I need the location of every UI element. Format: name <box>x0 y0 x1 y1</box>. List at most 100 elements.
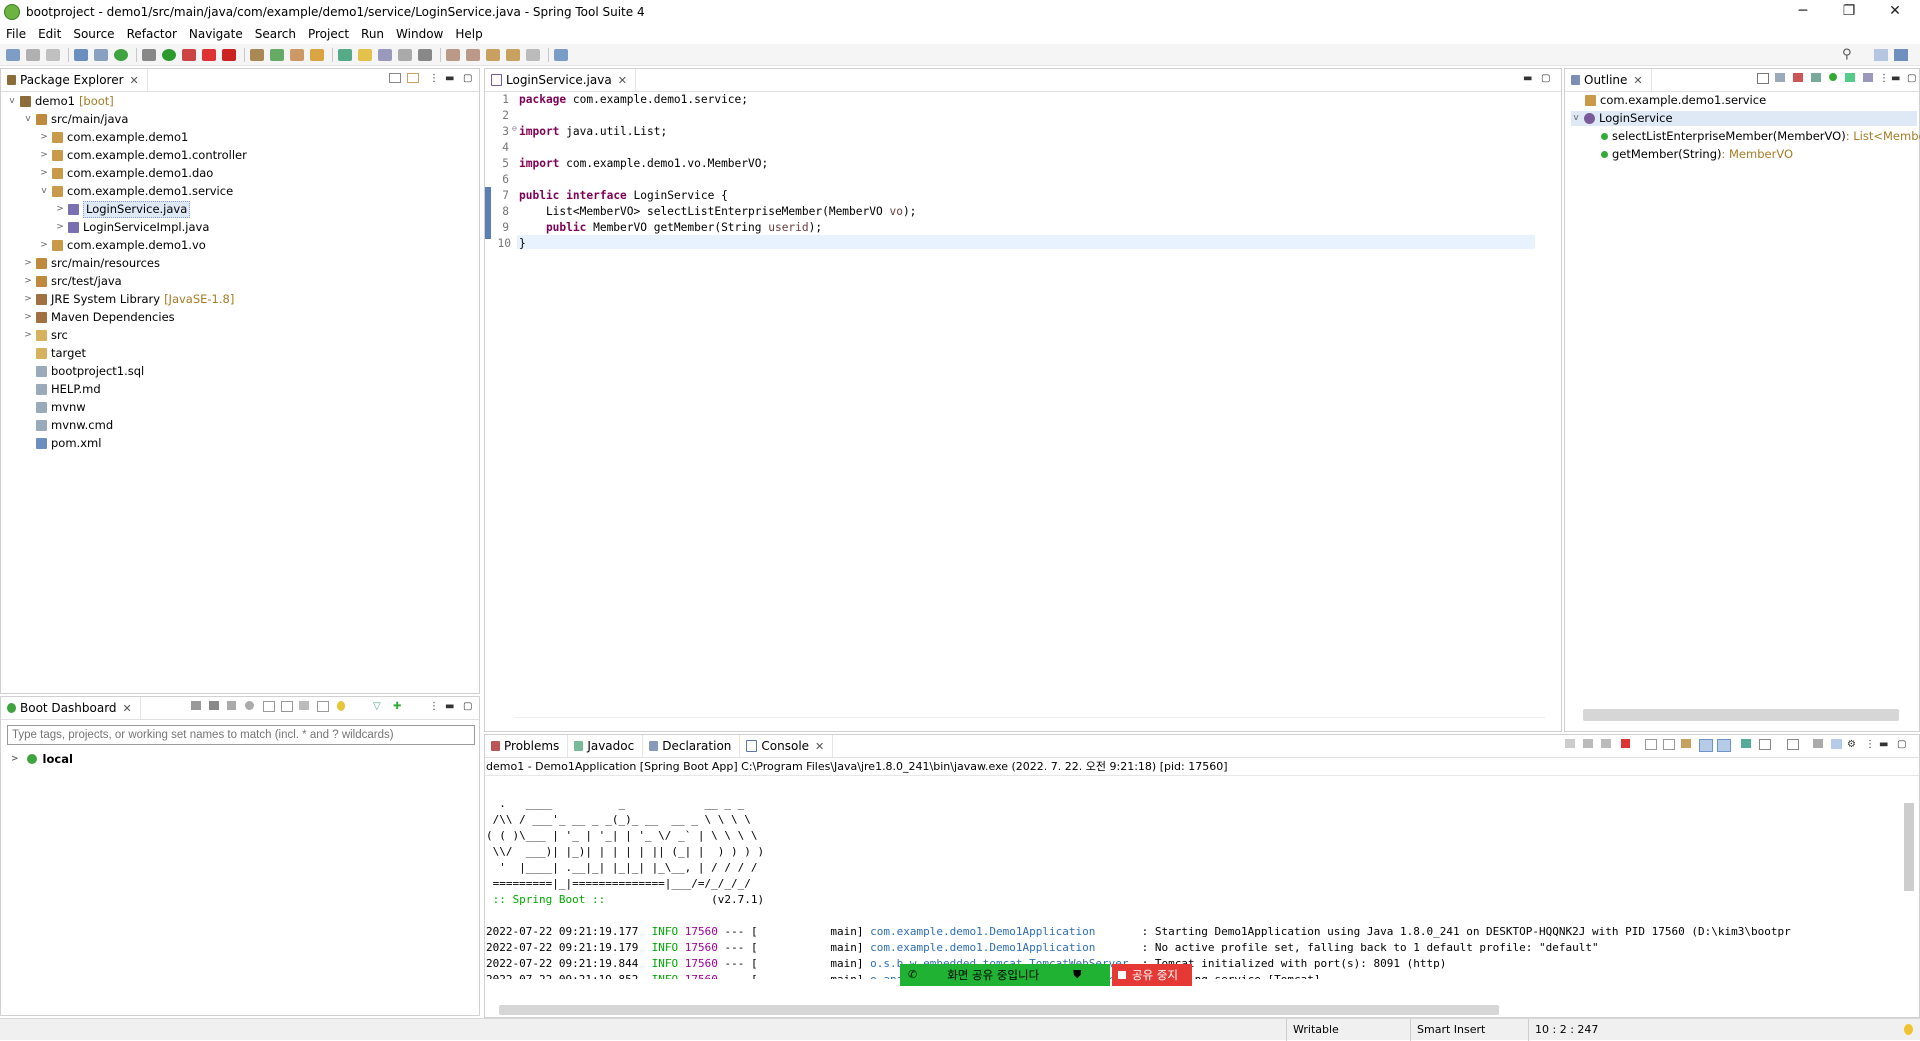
outline-package[interactable]: com.example.demo1.service <box>1585 93 1766 108</box>
tab-javadoc[interactable]: Javadoc <box>568 735 644 757</box>
collapse-all-icon[interactable] <box>389 73 401 83</box>
scroll-lock-icon[interactable] <box>1663 739 1675 750</box>
boot-console-icon[interactable] <box>1831 739 1842 749</box>
menu-run[interactable]: Run <box>361 27 384 41</box>
tree-item[interactable]: mvnw <box>23 400 86 415</box>
last-edit-icon[interactable] <box>486 48 500 61</box>
menu-window[interactable]: Window <box>396 27 443 41</box>
terminate-icon[interactable] <box>1621 739 1630 748</box>
menu-refactor[interactable]: Refactor <box>127 27 177 41</box>
terminate-all-icon[interactable] <box>1565 739 1575 748</box>
outline-horizontal-scrollbar[interactable] <box>1583 709 1899 721</box>
tree-item[interactable]: > com.example.demo1.controller <box>39 148 247 163</box>
expand-icon[interactable]: > <box>39 166 49 181</box>
tree-item[interactable]: > src/main/resources <box>23 256 160 271</box>
debug-icon[interactable] <box>142 48 156 61</box>
tree-item[interactable]: pom.xml <box>23 436 101 451</box>
maximize-view-icon[interactable]: ▢ <box>463 73 472 84</box>
tree-item[interactable]: > src/test/java <box>23 274 122 289</box>
gear-icon[interactable]: ⚙ <box>1847 739 1856 750</box>
boot-dashboard-icon[interactable] <box>114 48 128 61</box>
external-tools-icon[interactable] <box>222 48 236 61</box>
expand-icon[interactable]: > <box>55 220 65 235</box>
search-toolbar-icon[interactable] <box>338 48 352 61</box>
add-icon[interactable]: ✚ <box>393 701 401 712</box>
dashboard-filter-input[interactable] <box>7 725 475 745</box>
stop-sharing-button[interactable]: 공유 중지 <box>1112 964 1192 986</box>
show-on-stdout-icon[interactable] <box>1699 739 1713 752</box>
open-type-icon[interactable] <box>310 48 324 61</box>
menu-help[interactable]: Help <box>455 27 482 41</box>
expand-icon[interactable]: > <box>23 274 33 289</box>
block-selection-icon[interactable] <box>378 48 392 61</box>
tree-item[interactable]: > Maven Dependencies <box>23 310 174 325</box>
refresh-icon[interactable] <box>281 701 293 712</box>
toggle-icon[interactable] <box>94 48 108 61</box>
save-all-icon[interactable] <box>46 48 60 61</box>
mark-occurrences-icon[interactable] <box>358 48 372 61</box>
minimize-view-icon[interactable]: ▬ <box>445 701 454 712</box>
console-output[interactable]: . ____ _ __ _ _ /\\ / ___'_ __ _ _(_)_ _… <box>486 797 1896 979</box>
maximize-view-icon[interactable]: ▢ <box>1907 73 1916 84</box>
tab-package-explorer[interactable]: Package Explorer ✕ <box>1 69 148 91</box>
back-icon[interactable] <box>506 48 520 61</box>
restart-icon[interactable] <box>245 701 254 710</box>
minimize-view-icon[interactable]: ▬ <box>445 73 454 84</box>
word-wrap-icon[interactable] <box>1681 739 1691 748</box>
code-area[interactable]: 1 2 3 4 5 6 7 8 9 10 ⊖ package com.examp… <box>493 93 1533 250</box>
local-target[interactable]: > local <box>11 751 73 767</box>
maximize-view-icon[interactable]: ▢ <box>463 701 472 712</box>
new-icon[interactable] <box>6 48 20 61</box>
expand-icon[interactable]: > <box>23 328 33 343</box>
debug-app-icon[interactable] <box>209 701 219 710</box>
outline-member[interactable]: getMember(String) : MemberVO <box>1601 147 1793 162</box>
menu-edit[interactable]: Edit <box>38 27 61 41</box>
expand-icon[interactable]: > <box>39 130 49 145</box>
tree-item[interactable]: > com.example.demo1.vo <box>39 238 206 253</box>
fold-icon[interactable]: ⊖ <box>512 124 517 133</box>
close-icon[interactable]: ✕ <box>618 74 627 87</box>
view-menu-icon[interactable]: ⋮ <box>429 73 439 84</box>
new-package-icon[interactable] <box>270 48 284 61</box>
tip-lightbulb-icon[interactable] <box>1904 1024 1913 1035</box>
tree-item[interactable]: HELP.md <box>23 382 101 397</box>
start-icon[interactable] <box>191 701 201 710</box>
tab-declaration[interactable]: Declaration <box>643 735 741 757</box>
forward-icon[interactable] <box>526 48 540 61</box>
tree-item[interactable]: bootproject1.sql <box>23 364 144 379</box>
close-icon[interactable]: ✕ <box>123 702 132 715</box>
clear-console-icon[interactable] <box>1645 739 1657 750</box>
maximize-view-icon[interactable]: ▢ <box>1897 739 1906 750</box>
edit-icon[interactable] <box>299 701 309 710</box>
remove-all-icon[interactable] <box>1601 739 1611 748</box>
pin-editor-icon[interactable] <box>554 48 568 61</box>
tab-outline[interactable]: Outline ✕ <box>1565 69 1652 91</box>
previous-annotation-icon[interactable] <box>466 48 480 61</box>
expand-icon[interactable]: > <box>11 754 19 764</box>
tree-item[interactable]: v demo1 [boot] <box>7 94 113 109</box>
new-class-icon[interactable] <box>290 48 304 61</box>
menu-source[interactable]: Source <box>73 27 114 41</box>
pilcrow-icon[interactable] <box>418 48 432 61</box>
link-icon[interactable] <box>1863 73 1873 82</box>
view-menu-icon[interactable]: ⋮ <box>429 701 439 712</box>
tree-item[interactable]: > LoginService.java <box>55 201 191 218</box>
menu-navigate[interactable]: Navigate <box>189 27 243 41</box>
collapse-icon[interactable]: v <box>7 94 17 109</box>
view-menu-icon[interactable]: ⋮ <box>1879 73 1889 84</box>
view-menu-icon[interactable]: ⋮ <box>1865 739 1875 750</box>
console-settings-icon[interactable] <box>1813 739 1823 748</box>
open-console-icon[interactable] <box>74 48 88 61</box>
sort-icon[interactable] <box>1775 73 1785 82</box>
expand-icon[interactable]: > <box>23 310 33 325</box>
console-vertical-scrollbar[interactable] <box>1903 783 1915 999</box>
collapse-icon[interactable]: v <box>23 112 33 127</box>
tree-item[interactable]: > LoginServiceImpl.java <box>55 220 209 235</box>
collapse-all-icon[interactable] <box>1757 73 1769 84</box>
tree-item[interactable]: > com.example.demo1 <box>39 130 188 145</box>
minimize-view-icon[interactable]: ▬ <box>1879 739 1888 750</box>
remove-launch-icon[interactable] <box>1583 739 1593 748</box>
new-java-project-icon[interactable] <box>250 48 264 61</box>
outline-type[interactable]: v LoginService <box>1571 111 1917 126</box>
expand-icon[interactable]: > <box>39 148 49 163</box>
